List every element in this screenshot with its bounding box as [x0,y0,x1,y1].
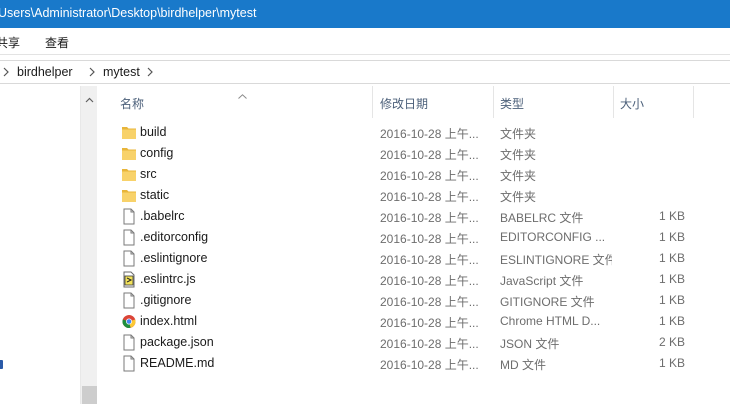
column-date-modified[interactable]: 修改日期 [380,95,428,112]
file-name: config [140,146,174,160]
address-bar[interactable]: birdhelper mytest [0,60,730,84]
file-size: 2 KB [658,335,685,349]
column-size[interactable]: 大小 [620,95,644,112]
file-size: 1 KB [658,251,685,265]
file-type: 文件夹 [500,127,537,141]
nav-item-marker [0,360,3,369]
file-size: 1 KB [658,356,685,370]
document-icon [121,250,137,267]
file-name: .gitignore [140,293,192,307]
scroll-up-icon[interactable] [85,92,94,103]
folder-icon [121,145,137,162]
document-icon [121,355,137,372]
document-icon [121,208,137,225]
title-bar: Users\Administrator\Desktop\birdhelper\m… [0,0,730,28]
folder-icon [121,187,137,204]
file-row[interactable]: .eslintrc.js 2016-10-28 上午... JavaScript 文… [97,269,730,290]
document-icon [121,229,137,246]
file-size: 1 KB [658,293,685,307]
document-icon [121,292,137,309]
file-type: GITIGNORE 文件 [500,295,595,309]
chrome-icon [121,313,137,330]
document-icon [121,334,137,351]
file-date-modified: 2016-10-28 上午... [380,337,479,351]
chevron-right-icon[interactable] [2,66,12,78]
file-date-modified: 2016-10-28 上午... [380,190,479,204]
file-date-modified: 2016-10-28 上午... [380,211,479,225]
file-row[interactable]: .babelrc 2016-10-28 上午... BABELRC 文件 1 KB [97,206,730,227]
file-name: .eslintrc.js [140,272,196,286]
file-date-modified: 2016-10-28 上午... [380,316,479,330]
file-row[interactable]: src 2016-10-28 上午... 文件夹 [97,164,730,185]
file-name: .eslintignore [140,251,208,265]
file-type: JSON 文件 [500,337,560,351]
file-type: MD 文件 [500,358,546,372]
file-row[interactable]: package.json 2016-10-28 上午... JSON 文件 2 KB [97,332,730,353]
file-row[interactable]: .eslintignore 2016-10-28 上午... ESLINTIGNOR… [97,248,730,269]
file-date-modified: 2016-10-28 上午... [380,169,479,183]
file-date-modified: 2016-10-28 上午... [380,232,479,246]
file-date-modified: 2016-10-28 上午... [380,358,479,372]
file-date-modified: 2016-10-28 上午... [380,148,479,162]
column-divider[interactable] [613,86,614,118]
file-size: 1 KB [658,209,685,223]
column-header: 名称 修改日期 类型 大小 [97,86,730,118]
file-date-modified: 2016-10-28 上午... [380,295,479,309]
file-date-modified: 2016-10-28 上午... [380,127,479,141]
chevron-right-icon[interactable] [146,66,156,78]
file-row[interactable]: .editorconfig 2016-10-28 上午... EDITORCONFI… [97,227,730,248]
file-row[interactable]: config 2016-10-28 上午... 文件夹 [97,143,730,164]
chevron-right-icon[interactable] [88,66,98,78]
column-name[interactable]: 名称 [120,95,144,112]
file-date-modified: 2016-10-28 上午... [380,253,479,267]
file-type: Chrome HTML D... [500,314,601,328]
javascript-file-icon [121,271,137,288]
file-type: 文件夹 [500,190,537,204]
file-row[interactable]: index.html 2016-10-28 上午... Chrome HTML D.… [97,311,730,332]
window-title: Users\Administrator\Desktop\birdhelper\m… [0,6,257,20]
file-size: 1 KB [658,314,685,328]
file-type: JavaScript 文件 [500,274,584,288]
file-size: 1 KB [658,230,685,244]
column-divider[interactable] [693,86,694,118]
folder-icon [121,124,137,141]
column-type[interactable]: 类型 [500,95,524,112]
scrollbar-thumb[interactable] [82,386,97,404]
sort-ascending-icon [238,88,247,99]
file-type: 文件夹 [500,169,537,183]
file-name: index.html [140,314,197,328]
file-row[interactable]: README.md 2016-10-28 上午... MD 文件 1 KB [97,353,730,374]
tab-share[interactable]: 共享 [0,34,20,51]
file-name: README.md [140,356,215,370]
file-type: 文件夹 [500,148,537,162]
ribbon-tabs: 共享 查看 [0,28,730,55]
tab-view[interactable]: 查看 [45,34,69,51]
file-type: ESLINTIGNORE 文件 [500,253,612,267]
navigation-pane[interactable] [0,86,80,404]
file-type: EDITORCONFIG ... [500,230,606,244]
column-divider[interactable] [372,86,373,118]
file-name: package.json [140,335,214,349]
breadcrumb-birdhelper[interactable]: birdhelper [17,65,73,79]
folder-icon [121,166,137,183]
file-date-modified: 2016-10-28 上午... [380,274,479,288]
file-name: src [140,167,157,181]
file-name: build [140,125,167,139]
file-list: 名称 修改日期 类型 大小 build 2016-10-28 上午... 文件夹 co… [97,86,730,404]
file-size: 1 KB [658,272,685,286]
breadcrumb-mytest[interactable]: mytest [103,65,140,79]
file-name: .editorconfig [140,230,209,244]
file-type: BABELRC 文件 [500,211,584,225]
scrollbar-track[interactable] [82,108,97,378]
file-name: .babelrc [140,209,185,223]
file-row[interactable]: static 2016-10-28 上午... 文件夹 [97,185,730,206]
nav-scrollbar[interactable] [80,86,97,404]
file-row[interactable]: build 2016-10-28 上午... 文件夹 [97,122,730,143]
column-divider[interactable] [493,86,494,118]
file-row[interactable]: .gitignore 2016-10-28 上午... GITIGNORE 文件 1 … [97,290,730,311]
file-name: static [140,188,170,202]
